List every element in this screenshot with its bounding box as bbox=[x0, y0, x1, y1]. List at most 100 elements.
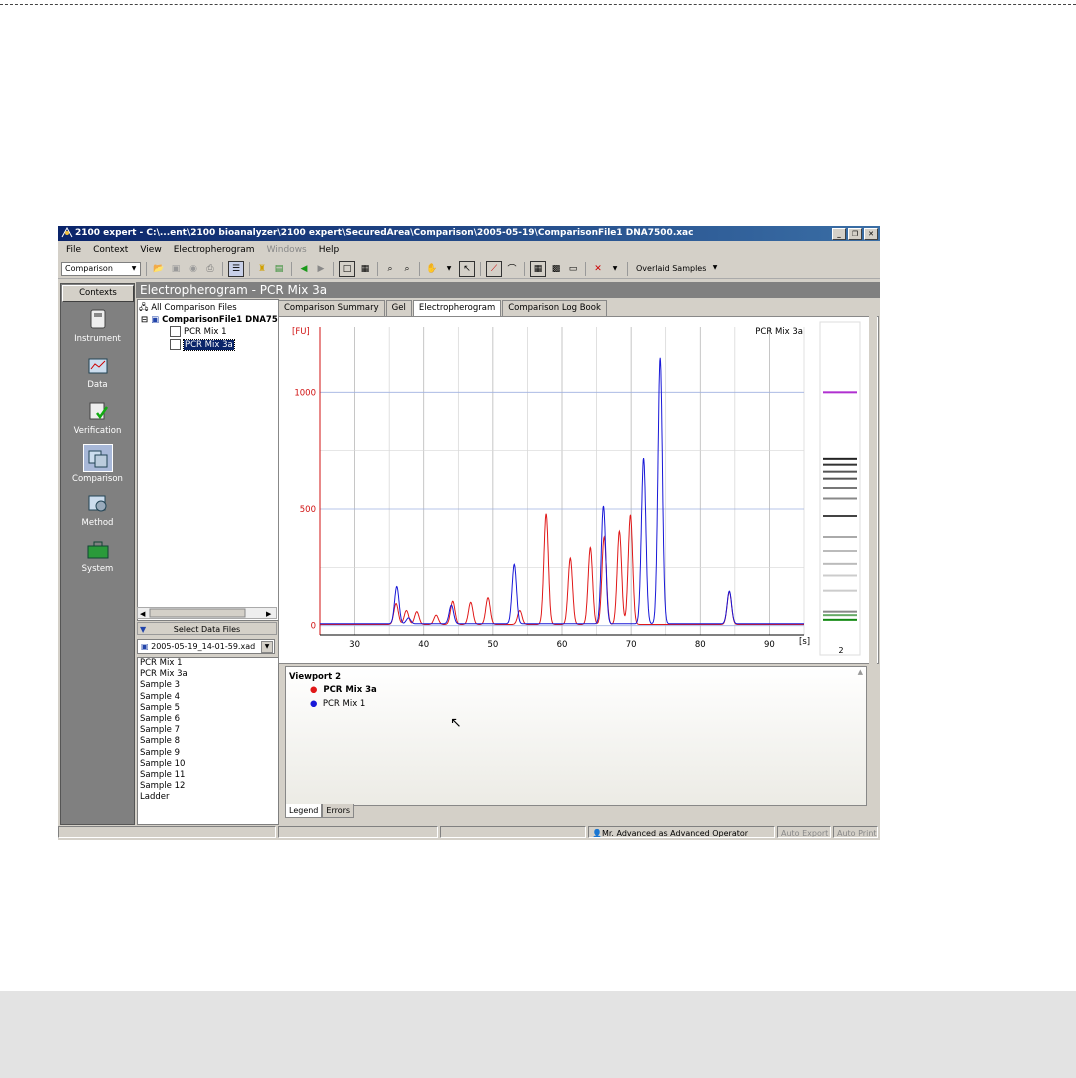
chevron-down-icon[interactable]: ▼ bbox=[442, 262, 456, 276]
list-item[interactable]: Sample 8 bbox=[138, 736, 278, 747]
tree-scrollbar[interactable]: ◀ ▶ bbox=[137, 607, 277, 619]
tab-legend[interactable]: Legend bbox=[285, 804, 323, 818]
forward-icon[interactable]: ▶ bbox=[314, 262, 328, 276]
gel-icon[interactable]: ▩ bbox=[549, 262, 563, 276]
legend-marker-icon: ● bbox=[310, 699, 318, 709]
scroll-up-icon[interactable]: ▲ bbox=[858, 668, 863, 676]
list-item[interactable]: Sample 3 bbox=[138, 680, 278, 691]
save-icon[interactable]: ▣ bbox=[169, 262, 183, 276]
data-icon bbox=[84, 352, 112, 378]
electropherogram-chart[interactable]: 0 500 1000 30 40 50 60 70 80 90 PCR Mix 3a [FU] [… bbox=[279, 317, 876, 661]
x-tick-label: 90 bbox=[764, 640, 775, 650]
tab-comparison-summary[interactable]: Comparison Summary bbox=[278, 300, 385, 316]
context-select[interactable]: Comparison ▼ bbox=[61, 261, 141, 276]
file-select[interactable]: ▣ 2005-05-19_14-01-59.xad ▼ bbox=[137, 639, 275, 654]
user-icon: 👤 bbox=[592, 829, 602, 838]
chevron-down-icon: ▼ bbox=[131, 264, 137, 272]
list-item[interactable]: Sample 4 bbox=[138, 692, 278, 703]
menu-bar: File Context View Electropherogram Windo… bbox=[58, 242, 880, 258]
curve-icon[interactable]: ⌒ bbox=[505, 262, 519, 276]
tree-sample-selected[interactable]: PCR Mix 3a bbox=[170, 339, 235, 351]
list-item[interactable]: Sample 9 bbox=[138, 748, 278, 759]
tab-errors[interactable]: Errors bbox=[322, 804, 355, 818]
export-icon[interactable]: ▤ bbox=[272, 262, 286, 276]
x-tick-label: 60 bbox=[557, 640, 568, 650]
context-system[interactable]: System bbox=[61, 536, 134, 574]
checkbox[interactable] bbox=[170, 339, 181, 350]
menu-electropherogram[interactable]: Electropherogram bbox=[174, 242, 255, 258]
menu-context[interactable]: Context bbox=[93, 242, 128, 258]
page-top-border bbox=[0, 0, 1076, 6]
open-icon[interactable]: 📂 bbox=[152, 262, 166, 276]
close-button[interactable]: ✕ bbox=[864, 228, 878, 240]
markers-icon[interactable]: ✕ bbox=[591, 262, 605, 276]
zoom-reset-icon[interactable]: ⌕ bbox=[400, 262, 414, 276]
menu-view[interactable]: View bbox=[140, 242, 161, 258]
context-verification[interactable]: Verification bbox=[61, 398, 134, 436]
pointer-icon[interactable]: ↖ bbox=[459, 260, 475, 277]
x-tick-label: 50 bbox=[487, 640, 498, 650]
back-icon[interactable]: ◀ bbox=[297, 262, 311, 276]
gel-band bbox=[823, 515, 857, 517]
restore-button[interactable]: ❐ bbox=[848, 228, 862, 240]
gel-band bbox=[823, 497, 857, 500]
tree-file[interactable]: ⊟ ▣ ComparisonFile1 DNA75 bbox=[141, 314, 278, 326]
table-icon[interactable]: ▦ bbox=[530, 260, 546, 277]
list-item[interactable]: PCR Mix 1 bbox=[138, 658, 278, 669]
list-item[interactable]: Sample 7 bbox=[138, 725, 278, 736]
legend-entry[interactable]: ● PCR Mix 3a bbox=[310, 685, 377, 695]
gel-band bbox=[823, 574, 857, 577]
gel-band bbox=[823, 610, 857, 613]
gel-band bbox=[823, 457, 857, 460]
single-view-icon[interactable]: □ bbox=[339, 260, 355, 277]
disk-icon[interactable]: ◉ bbox=[186, 262, 200, 276]
tree-sample[interactable]: PCR Mix 1 bbox=[170, 326, 227, 338]
zoom-icon[interactable]: ⌕ bbox=[383, 262, 397, 276]
list-item[interactable]: Sample 5 bbox=[138, 703, 278, 714]
gel-band bbox=[823, 463, 857, 466]
chevron-down-icon[interactable]: ▼ bbox=[608, 262, 622, 276]
application-window: 2100 expert - C:\...ent\2100 bioanalyzer… bbox=[58, 226, 880, 840]
splitter-handle[interactable] bbox=[869, 316, 877, 823]
gel-lane bbox=[819, 321, 861, 656]
verification-icon bbox=[84, 398, 112, 424]
tab-electropherogram[interactable]: Electropherogram bbox=[412, 300, 502, 317]
checkbox[interactable] bbox=[170, 326, 181, 337]
menu-help[interactable]: Help bbox=[319, 242, 340, 258]
lock-icon[interactable]: ♜ bbox=[255, 262, 269, 276]
list-item[interactable]: Sample 11 bbox=[138, 770, 278, 781]
status-bar: 👤Mr. Advanced as Advanced Operator Auto … bbox=[58, 826, 880, 840]
list-item[interactable]: Sample 12 bbox=[138, 781, 278, 792]
bottom-tabs: Legend Errors bbox=[285, 804, 355, 818]
chart-panel: 0 500 1000 30 40 50 60 70 80 90 PCR Mix 3a [FU] [… bbox=[278, 316, 879, 664]
list-item[interactable]: Sample 10 bbox=[138, 759, 278, 770]
tab-comparison-log-book[interactable]: Comparison Log Book bbox=[502, 300, 607, 316]
mouse-cursor-icon: ↖ bbox=[450, 715, 462, 731]
hand-icon[interactable]: ✋ bbox=[425, 262, 439, 276]
print-icon[interactable]: ⎙ bbox=[203, 262, 217, 276]
footer-band bbox=[0, 991, 1076, 1078]
context-data[interactable]: Data bbox=[61, 352, 134, 390]
list-item[interactable]: PCR Mix 3a bbox=[138, 669, 278, 680]
instrument-icon bbox=[84, 306, 112, 332]
list-item[interactable]: Sample 6 bbox=[138, 714, 278, 725]
overlay-select[interactable]: Overlaid Samples ▼ bbox=[633, 262, 721, 276]
select-files-header[interactable]: ▼ Select Data Files bbox=[137, 622, 277, 635]
context-comparison[interactable]: Comparison bbox=[61, 444, 134, 484]
context-instrument[interactable]: Instrument bbox=[61, 306, 134, 344]
contexts-panel: Contexts Instrument Data Verification Co… bbox=[60, 283, 135, 825]
tree-root[interactable]: 🖧 All Comparison Files bbox=[139, 302, 237, 314]
contexts-header: Contexts bbox=[62, 285, 134, 302]
context-method[interactable]: Method bbox=[61, 490, 134, 528]
tab-gel[interactable]: Gel bbox=[385, 300, 412, 316]
grid-view-icon[interactable]: ▦ bbox=[358, 262, 372, 276]
menu-file[interactable]: File bbox=[66, 242, 81, 258]
status-user: 👤Mr. Advanced as Advanced Operator bbox=[588, 826, 775, 838]
gel-band bbox=[823, 589, 857, 592]
tree-view-icon[interactable]: ☰ bbox=[228, 260, 244, 277]
list-item[interactable]: Ladder bbox=[138, 792, 278, 803]
minimize-button[interactable]: _ bbox=[832, 228, 846, 240]
peak-icon[interactable]: ⟋ bbox=[486, 260, 502, 277]
monitor-icon[interactable]: ▭ bbox=[566, 262, 580, 276]
legend-entry[interactable]: ● PCR Mix 1 bbox=[310, 699, 365, 709]
